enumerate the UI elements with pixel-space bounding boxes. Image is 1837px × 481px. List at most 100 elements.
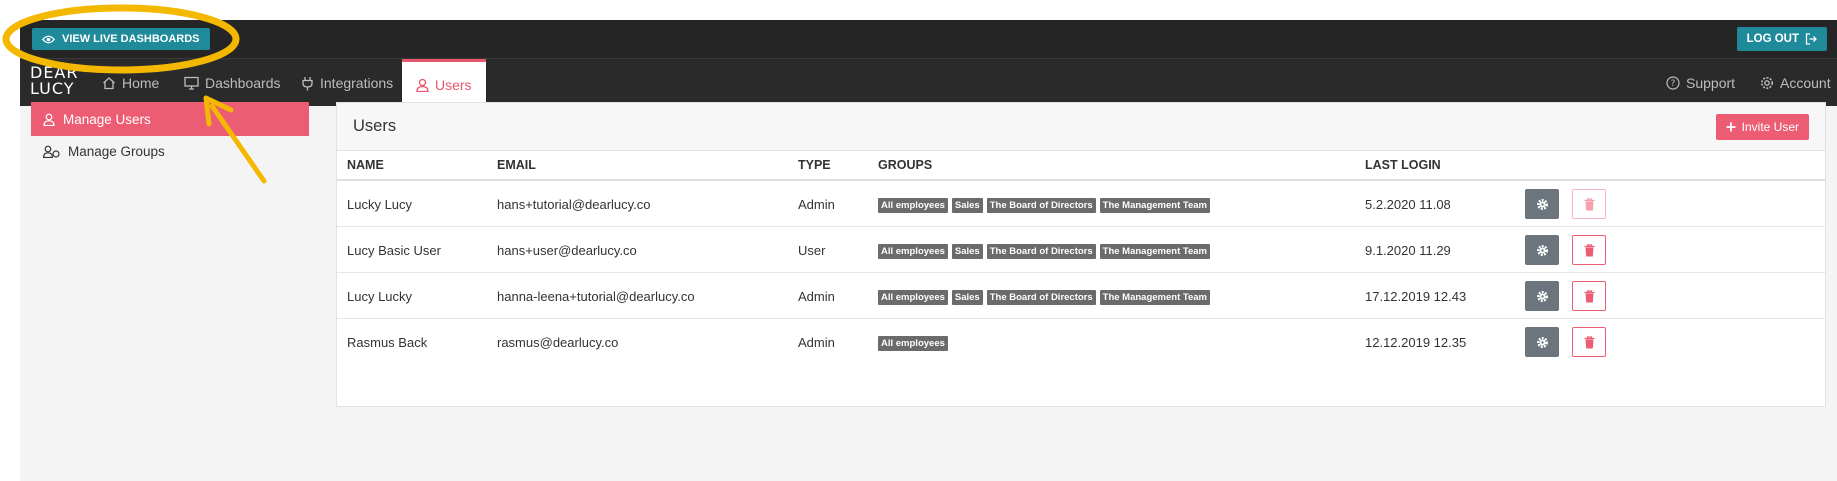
user-icon	[416, 78, 429, 92]
group-tags: All employees Sales The Board of Directo…	[878, 244, 1211, 259]
nav-label-users: Users	[435, 76, 472, 93]
column-header-type[interactable]: TYPE	[798, 158, 831, 172]
nav-item-home[interactable]: Home	[102, 59, 159, 107]
view-live-dashboards-button[interactable]: VIEW LIVE DASHBOARDS	[32, 28, 210, 50]
group-tag: All employees	[878, 336, 948, 351]
edit-user-button[interactable]	[1525, 189, 1559, 219]
user-last-login: 17.12.2019 12.43	[1365, 289, 1467, 304]
gear-icon	[1536, 336, 1548, 348]
user-last-login: 9.1.2020 11.29	[1365, 243, 1451, 258]
app-window: VIEW LIVE DASHBOARDS LOG OUT DEAR LUCY H…	[20, 20, 1837, 481]
column-header-last-login[interactable]: LAST LOGIN	[1365, 158, 1441, 172]
eye-icon	[42, 35, 55, 43]
delete-user-button[interactable]	[1572, 327, 1606, 357]
column-header-email[interactable]: EMAIL	[497, 158, 536, 172]
group-tag: The Management Team	[1099, 198, 1211, 213]
sidebar-item-manage-users[interactable]: Manage Users	[31, 102, 309, 136]
users-panel: Users Invite User NAME EMAIL TYPE GROUPS…	[336, 102, 1826, 407]
column-header-groups[interactable]: GROUPS	[878, 158, 932, 172]
group-tag: The Board of Directors	[986, 198, 1096, 213]
plus-icon	[1726, 122, 1736, 132]
group-tag: Sales	[951, 290, 983, 305]
gear-icon	[1536, 244, 1548, 256]
main-navbar: DEAR LUCY Home Dashboards Integrations U…	[20, 58, 1837, 107]
account-link[interactable]: Account	[1760, 59, 1831, 107]
user-type: User	[798, 243, 826, 258]
nav-label-dashboards: Dashboards	[205, 75, 281, 91]
dear-lucy-logo[interactable]: DEAR LUCY	[30, 65, 79, 97]
group-tag: The Management Team	[1099, 290, 1211, 305]
edit-user-button[interactable]	[1525, 327, 1559, 357]
edit-user-button[interactable]	[1525, 281, 1559, 311]
account-label: Account	[1780, 75, 1831, 91]
group-icon	[43, 145, 60, 158]
group-tag: All employees	[878, 290, 948, 305]
logout-icon	[1805, 33, 1817, 45]
group-tag: All employees	[878, 244, 948, 259]
group-tag: The Board of Directors	[986, 290, 1096, 305]
help-icon: ?	[1666, 76, 1680, 90]
user-email: hanna-leena+tutorial@dearlucy.co	[497, 289, 695, 304]
nav-item-users[interactable]: Users	[402, 59, 486, 107]
user-name: Lucky Lucy	[347, 197, 413, 212]
nav-label-integrations: Integrations	[320, 75, 394, 91]
nav-item-integrations[interactable]: Integrations	[301, 59, 393, 107]
group-tags: All employees Sales The Board of Directo…	[878, 290, 1211, 305]
group-tag: All employees	[878, 198, 948, 213]
gear-icon	[1536, 290, 1548, 302]
user-email: hans+tutorial@dearlucy.co	[497, 197, 651, 212]
home-icon	[103, 77, 115, 90]
panel-title: Users	[353, 117, 397, 135]
user-type: Admin	[798, 335, 835, 350]
svg-text:?: ?	[1671, 79, 1676, 89]
gear-icon	[1761, 77, 1773, 89]
user-name: Lucy Basic User	[347, 243, 441, 258]
invite-user-label: Invite User	[1741, 120, 1799, 134]
view-live-dashboards-label: VIEW LIVE DASHBOARDS	[62, 33, 200, 45]
panel-header: Users Invite User	[337, 103, 1825, 151]
support-link[interactable]: ? Support	[1666, 59, 1735, 107]
support-label: Support	[1686, 75, 1736, 91]
group-tag: Sales	[951, 198, 983, 213]
column-header-name[interactable]: NAME	[347, 158, 384, 172]
user-type: Admin	[798, 289, 835, 304]
group-tags: All employees	[878, 336, 948, 351]
table-row: Lucy Lucky hanna-leena+tutorial@dearlucy…	[337, 272, 1825, 318]
delete-user-button[interactable]	[1572, 189, 1606, 219]
user-name: Rasmus Back	[347, 335, 428, 350]
user-last-login: 12.12.2019 12.35	[1365, 335, 1467, 350]
nav-label-home: Home	[122, 75, 160, 91]
user-email: hans+user@dearlucy.co	[497, 243, 637, 258]
sidebar-label-manage-groups: Manage Groups	[68, 143, 165, 159]
table-row: Lucy Basic User hans+user@dearlucy.co Us…	[337, 226, 1825, 272]
logo-line-2: LUCY	[30, 79, 75, 98]
trash-icon	[1584, 197, 1594, 210]
nav-item-dashboards[interactable]: Dashboards	[184, 59, 281, 107]
group-tag: The Management Team	[1099, 244, 1211, 259]
user-email: rasmus@dearlucy.co	[497, 335, 619, 350]
monitor-icon	[184, 76, 199, 90]
trash-icon	[1584, 335, 1594, 348]
user-last-login: 5.2.2020 11.08	[1365, 197, 1451, 212]
table-row: Lucky Lucy hans+tutorial@dearlucy.co Adm…	[337, 179, 1825, 226]
user-icon	[43, 113, 55, 126]
delete-user-button[interactable]	[1572, 281, 1606, 311]
user-name: Lucy Lucky	[347, 289, 413, 304]
user-type: Admin	[798, 197, 835, 212]
gear-icon	[1536, 198, 1548, 210]
logout-label: LOG OUT	[1746, 33, 1799, 45]
edit-user-button[interactable]	[1525, 235, 1559, 265]
table-row: Rasmus Back rasmus@dearlucy.co Admin All…	[337, 318, 1825, 364]
trash-icon	[1584, 289, 1594, 302]
sidebar-item-manage-groups[interactable]: Manage Groups	[31, 134, 309, 168]
top-bar: VIEW LIVE DASHBOARDS LOG OUT	[20, 20, 1837, 58]
invite-user-button[interactable]: Invite User	[1715, 114, 1809, 140]
sidebar-label-manage-users: Manage Users	[63, 111, 151, 127]
group-tag: Sales	[951, 244, 983, 259]
group-tags: All employees Sales The Board of Directo…	[878, 198, 1211, 213]
trash-icon	[1584, 243, 1594, 256]
logout-button[interactable]: LOG OUT	[1736, 27, 1827, 51]
delete-user-button[interactable]	[1572, 235, 1606, 265]
group-tag: The Board of Directors	[986, 244, 1096, 259]
plug-icon	[302, 76, 313, 90]
